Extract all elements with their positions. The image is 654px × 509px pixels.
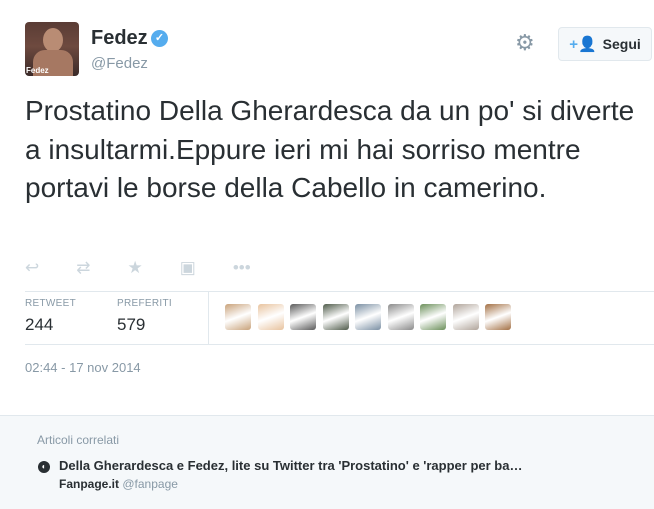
favoriter-avatar[interactable] xyxy=(452,304,479,330)
tweet-timestamp[interactable]: 02:44 - 17 nov 2014 xyxy=(25,360,141,375)
favoriter-avatar[interactable] xyxy=(355,304,381,330)
favorites-stat[interactable]: PREFERITI 579 xyxy=(117,298,172,335)
retweet-label: RETWEET xyxy=(25,298,76,309)
more-icon[interactable]: ••• xyxy=(233,258,251,278)
favoriter-avatar[interactable] xyxy=(485,304,511,330)
related-source[interactable]: Fanpage.it @fanpage xyxy=(59,477,178,491)
favorites-count: 579 xyxy=(117,315,146,334)
favoriter-avatar[interactable] xyxy=(225,304,251,330)
favoriter-avatar[interactable] xyxy=(322,304,349,330)
article-source-icon: ◐ xyxy=(38,461,50,473)
related-source-name: Fanpage.it xyxy=(59,477,120,491)
avatar-head-shape xyxy=(43,28,63,52)
favoriter-avatar[interactable] xyxy=(290,304,316,330)
user-handle[interactable]: @Fedez xyxy=(91,55,148,72)
tweet-stats: RETWEET 244 PREFERITI 579 xyxy=(25,291,654,344)
retweet-stat[interactable]: RETWEET 244 xyxy=(25,298,76,335)
follow-button-label: Segui xyxy=(602,36,641,52)
tweet-actions: ↩ ⇄ ★ ▣ ••• xyxy=(25,258,288,278)
follow-button[interactable]: +👤 Segui xyxy=(558,27,652,61)
related-articles: Articoli correlati ◐ Della Gherardesca e… xyxy=(0,415,654,509)
related-source-handle: @fanpage xyxy=(122,477,178,491)
follow-user-icon: +👤 xyxy=(569,36,597,53)
verified-badge-icon: ✓ xyxy=(151,30,168,47)
retweet-icon[interactable]: ⇄ xyxy=(76,258,90,278)
reply-icon[interactable]: ↩ xyxy=(25,258,39,278)
related-headline[interactable]: Della Gherardesca e Fedez, lite su Twitt… xyxy=(59,458,639,473)
retweet-count: 244 xyxy=(25,315,54,334)
favoriter-avatar[interactable] xyxy=(257,304,284,330)
favorites-label: PREFERITI xyxy=(117,298,172,309)
tweet-text: Prostatino Della Gherardesca da un po' s… xyxy=(25,95,635,203)
gear-icon[interactable]: ⚙ xyxy=(515,32,535,54)
favoriter-avatar[interactable] xyxy=(387,304,414,330)
stats-separator xyxy=(208,291,209,344)
tweet-header: Fedez Fedez ✓ @Fedez ⚙ +👤 Segui xyxy=(25,22,654,80)
related-title: Articoli correlati xyxy=(37,433,120,447)
favoriter-avatar[interactable] xyxy=(420,304,446,330)
favorite-icon[interactable]: ★ xyxy=(128,258,143,278)
user-avatar[interactable]: Fedez xyxy=(25,22,79,76)
media-icon[interactable]: ▣ xyxy=(180,258,196,278)
favoriter-avatars xyxy=(225,304,518,330)
user-name[interactable]: Fedez xyxy=(91,27,148,50)
divider-bottom xyxy=(25,344,654,345)
avatar-tag: Fedez xyxy=(26,66,49,75)
